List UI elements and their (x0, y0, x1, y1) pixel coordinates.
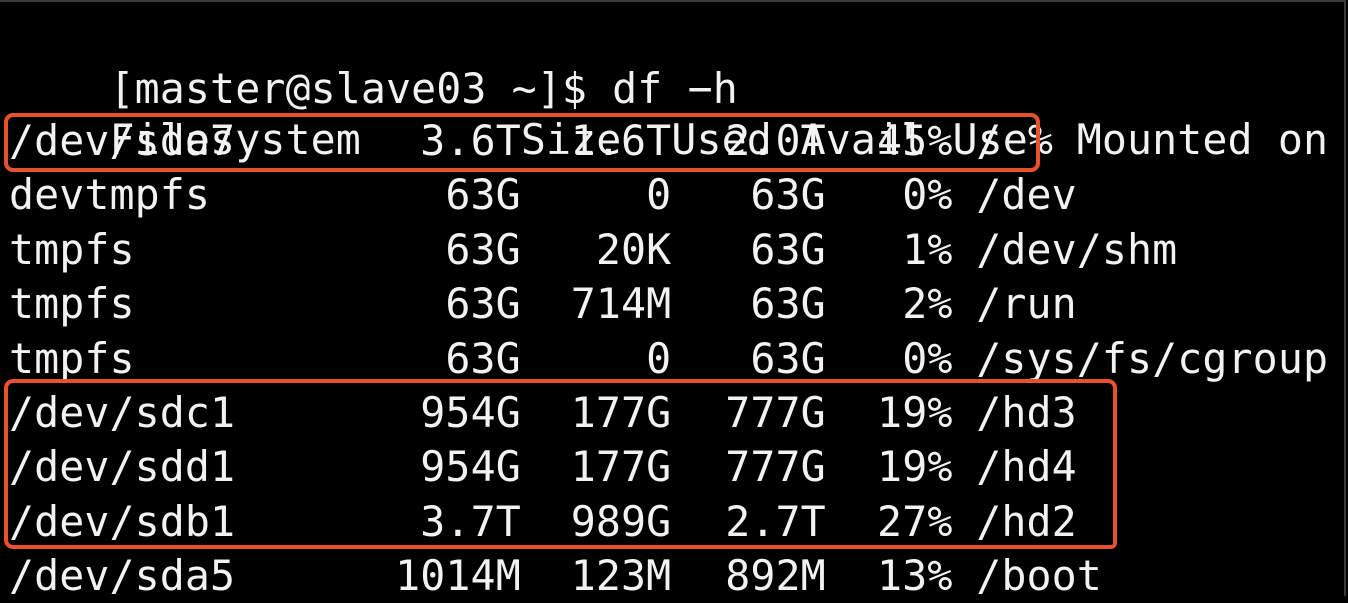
cell-use-pct: 19% (877, 388, 953, 437)
cell-filesystem: tmpfs (9, 333, 135, 383)
cell-use-pct: 19% (877, 442, 953, 492)
header-mounted-on: Mounted on (1076, 115, 1329, 164)
cell-filesystem: /dev/sda5 (9, 551, 236, 601)
cell-filesystem: tmpfs (9, 224, 135, 274)
cell-mounted-on: /hd4 (976, 442, 1077, 492)
cell-use-pct: 2% (902, 279, 953, 329)
cell-use-pct: 1% (902, 224, 953, 274)
df-table-row: /dev/sdb1 3.7T 989G 2.7T 27% /hd2 (9, 495, 1077, 549)
cell-mounted-on: /run (976, 279, 1077, 329)
cell-used: 177G (570, 388, 672, 437)
cell-size: 63G (445, 170, 521, 220)
cell-use-pct: 0% (902, 170, 953, 220)
cell-filesystem: /dev/sda7 (9, 116, 236, 165)
cell-mounted-on: / (976, 116, 1002, 165)
cell-used: 177G (570, 442, 672, 492)
cell-filesystem: /dev/sdc1 (9, 388, 236, 437)
cell-size: 954G (420, 388, 521, 437)
cell-use-pct: 45% (877, 116, 953, 165)
cell-filesystem: tmpfs (9, 279, 135, 329)
cell-use-pct: 13% (877, 551, 953, 601)
cell-filesystem: /dev/sdd1 (9, 442, 236, 492)
cell-size: 63G (445, 224, 521, 274)
cell-avail: 63G (750, 333, 826, 383)
df-table-row: tmpfs 63G 714M 63G 2% /run (9, 277, 1077, 331)
cell-size: 3.7T (420, 496, 521, 546)
df-header-row: Filesystem Size Used Avail Use% Mounted on (9, 59, 1328, 164)
cell-avail: 892M (725, 551, 826, 601)
cell-used: 989G (570, 496, 672, 546)
cell-used: 1.6T (570, 116, 672, 165)
cell-size: 3.6T (420, 116, 521, 165)
cell-used: 0 (646, 333, 672, 383)
cell-used: 0 (646, 170, 672, 220)
cell-size: 63G (445, 333, 521, 383)
cell-avail: 63G (750, 279, 826, 329)
cell-use-pct: 0% (902, 333, 953, 383)
cell-avail: 63G (750, 224, 826, 274)
cell-mounted-on: /boot (976, 551, 1102, 601)
cell-use-pct: 27% (877, 496, 953, 546)
cell-size: 1014M (395, 551, 521, 601)
cell-avail: 777G (725, 388, 826, 437)
cell-size: 954G (420, 442, 521, 492)
command-prompt-line: [master@slave03 ~]$ df −h (9, 8, 738, 113)
cell-mounted-on: /sys/fs/cgroup (976, 333, 1329, 383)
cell-used: 714M (570, 279, 672, 329)
cell-avail: 2.7T (725, 496, 826, 546)
cell-avail: 777G (725, 442, 826, 492)
cell-avail: 2.0T (725, 116, 826, 165)
cell-mounted-on: /dev/shm (976, 224, 1178, 274)
cell-mounted-on: /hd3 (976, 388, 1077, 437)
terminal-window: [master@slave03 ~]$ df −h Filesystem Size… (0, 0, 1346, 600)
df-table-row: tmpfs 63G 0 63G 0% /sys/fs/cgroup (9, 332, 1328, 386)
cell-used: 123M (570, 551, 672, 601)
cell-mounted-on: /hd2 (976, 496, 1077, 546)
cell-avail: 63G (750, 170, 826, 220)
df-table-row: /dev/sdd1 954G 177G 777G 19% /hd4 (9, 440, 1077, 494)
df-table-row: devtmpfs 63G 0 63G 0% /dev (9, 168, 1077, 222)
df-table-row: tmpfs 63G 20K 63G 1% /dev/shm (9, 223, 1177, 277)
df-table-row: /dev/sdc1 954G 177G 777G 19% /hd3 (9, 386, 1077, 440)
df-table-row: /dev/sda7 3.6T 1.6T 2.0T 45% / (9, 114, 1001, 168)
cell-filesystem: devtmpfs (9, 170, 211, 220)
cell-size: 63G (445, 279, 521, 329)
cell-mounted-on: /dev (976, 170, 1077, 220)
cell-filesystem: /dev/sdb1 (9, 496, 236, 546)
cell-used: 20K (595, 224, 672, 274)
df-table-row: /dev/sda5 1014M 123M 892M 13% /boot (9, 549, 1102, 603)
